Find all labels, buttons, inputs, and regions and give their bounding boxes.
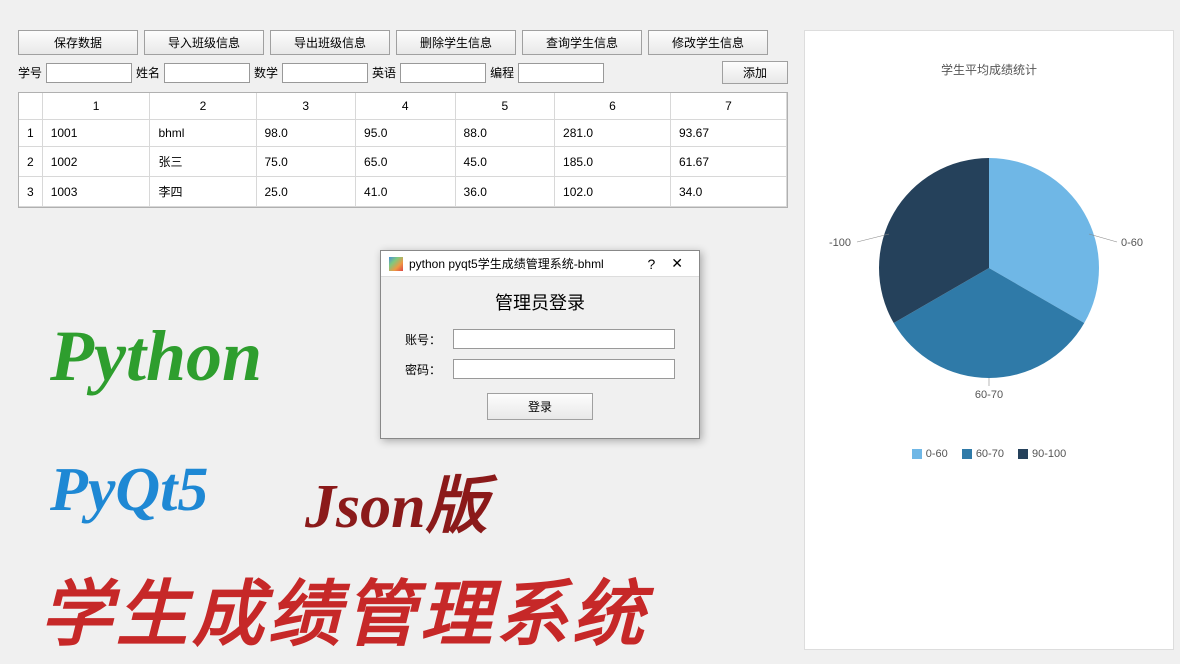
math-input[interactable] — [282, 63, 368, 83]
coding-input[interactable] — [518, 63, 604, 83]
cell[interactable]: 25.0 — [256, 177, 356, 207]
login-dialog: python pyqt5学生成绩管理系统-bhml ? ✕ 管理员登录 账号： … — [380, 250, 700, 439]
cell[interactable]: 45.0 — [455, 147, 555, 177]
main-panel: 保存数据 导入班级信息 导出班级信息 删除学生信息 查询学生信息 修改学生信息 … — [18, 30, 788, 208]
col-header: 5 — [455, 93, 555, 120]
col-header: 3 — [256, 93, 356, 120]
cell[interactable]: 65.0 — [356, 147, 456, 177]
english-label: 英语 — [372, 64, 396, 81]
close-icon[interactable]: ✕ — [663, 255, 691, 272]
slice-label-60-70: 60-70 — [975, 389, 1003, 401]
cell[interactable]: 1003 — [42, 177, 150, 207]
cell[interactable]: 李四 — [150, 177, 256, 207]
export-button[interactable]: 导出班级信息 — [270, 30, 390, 55]
name-input[interactable] — [164, 63, 250, 83]
cell[interactable]: 88.0 — [455, 120, 555, 147]
save-button[interactable]: 保存数据 — [18, 30, 138, 55]
id-input[interactable] — [46, 63, 132, 83]
cell[interactable]: 1001 — [42, 120, 150, 147]
password-input[interactable] — [453, 359, 675, 379]
slice-label-0-60: 0-60 — [1121, 237, 1143, 249]
row-number: 1 — [19, 120, 42, 147]
toolbar: 保存数据 导入班级信息 导出班级信息 删除学生信息 查询学生信息 修改学生信息 — [18, 30, 788, 55]
import-button[interactable]: 导入班级信息 — [144, 30, 264, 55]
col-header: 2 — [150, 93, 256, 120]
chart-legend: 0-60 60-70 90-100 — [912, 448, 1066, 460]
slice-label-90-100: 90-100 — [829, 237, 851, 249]
password-label: 密码： — [405, 361, 445, 378]
dialog-title: python pyqt5学生成绩管理系统-bhml — [409, 255, 639, 272]
data-table[interactable]: 1234567 11001bhml98.095.088.0281.093.672… — [18, 92, 788, 208]
table-row[interactable]: 31003李四25.041.036.0102.034.0 — [19, 177, 787, 207]
dialog-heading: 管理员登录 — [405, 289, 675, 315]
table-row[interactable]: 11001bhml98.095.088.0281.093.67 — [19, 120, 787, 147]
cell[interactable]: 98.0 — [256, 120, 356, 147]
cell[interactable]: 1002 — [42, 147, 150, 177]
overlay-python: Python — [50, 315, 262, 398]
cell[interactable]: 张三 — [150, 147, 256, 177]
cell[interactable]: 95.0 — [356, 120, 456, 147]
table-row[interactable]: 21002张三75.065.045.0185.061.67 — [19, 147, 787, 177]
cell[interactable]: 34.0 — [671, 177, 787, 207]
input-row: 学号 姓名 数学 英语 编程 添加 — [18, 61, 788, 84]
cell[interactable]: 281.0 — [555, 120, 671, 147]
row-number: 3 — [19, 177, 42, 207]
cell[interactable]: 36.0 — [455, 177, 555, 207]
account-input[interactable] — [453, 329, 675, 349]
modify-button[interactable]: 修改学生信息 — [648, 30, 768, 55]
pie-chart: 0-60 60-70 90-100 — [829, 128, 1149, 408]
cell[interactable]: 185.0 — [555, 147, 671, 177]
col-header: 6 — [555, 93, 671, 120]
cell[interactable]: 61.67 — [671, 147, 787, 177]
chart-title: 学生平均成绩统计 — [941, 61, 1037, 78]
login-button[interactable]: 登录 — [487, 393, 593, 420]
cell[interactable]: 75.0 — [256, 147, 356, 177]
math-label: 数学 — [254, 64, 278, 81]
cell[interactable]: 93.67 — [671, 120, 787, 147]
overlay-bottom: 学生成绩管理系统 — [40, 555, 648, 660]
overlay-json: Json版 — [305, 455, 488, 545]
query-button[interactable]: 查询学生信息 — [522, 30, 642, 55]
col-header: 7 — [671, 93, 787, 120]
delete-button[interactable]: 删除学生信息 — [396, 30, 516, 55]
help-icon[interactable]: ? — [639, 256, 663, 272]
col-header: 1 — [42, 93, 150, 120]
id-label: 学号 — [18, 64, 42, 81]
cell[interactable]: 41.0 — [356, 177, 456, 207]
name-label: 姓名 — [136, 64, 160, 81]
row-number: 2 — [19, 147, 42, 177]
english-input[interactable] — [400, 63, 486, 83]
cell[interactable]: 102.0 — [555, 177, 671, 207]
app-icon — [389, 257, 403, 271]
overlay-pyqt5: PyQt5 — [50, 455, 208, 526]
col-header: 4 — [356, 93, 456, 120]
cell[interactable]: bhml — [150, 120, 256, 147]
chart-panel: 学生平均成绩统计 0-60 60-70 90-100 0-60 60-70 90… — [804, 30, 1174, 650]
coding-label: 编程 — [490, 64, 514, 81]
account-label: 账号： — [405, 331, 445, 348]
dialog-titlebar[interactable]: python pyqt5学生成绩管理系统-bhml ? ✕ — [381, 251, 699, 277]
add-button[interactable]: 添加 — [722, 61, 788, 84]
